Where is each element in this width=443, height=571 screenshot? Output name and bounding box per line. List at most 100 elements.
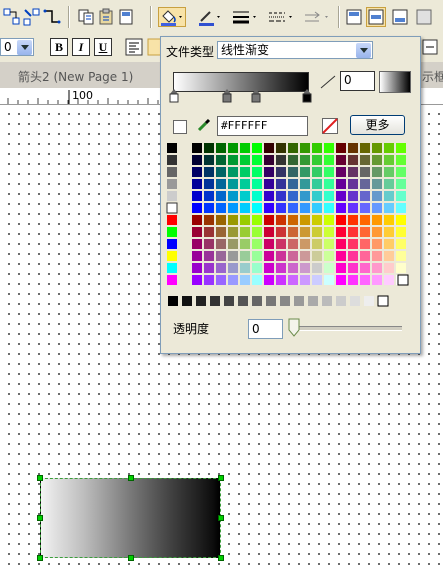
color-swatch[interactable]	[348, 227, 358, 237]
color-swatch[interactable]	[300, 227, 310, 237]
color-swatch[interactable]	[288, 227, 298, 237]
color-swatch[interactable]	[204, 239, 214, 249]
color-swatch[interactable]	[372, 167, 382, 177]
color-swatch[interactable]	[216, 227, 226, 237]
color-swatch[interactable]	[192, 251, 202, 261]
color-swatch[interactable]	[204, 251, 214, 261]
color-swatch[interactable]	[264, 239, 274, 249]
color-swatch[interactable]	[288, 275, 298, 285]
color-swatch[interactable]	[240, 239, 250, 249]
color-swatch[interactable]	[204, 275, 214, 285]
connector-icon[interactable]	[22, 7, 42, 27]
color-swatch[interactable]	[228, 215, 238, 225]
color-swatch[interactable]	[336, 239, 346, 249]
color-swatch[interactable]	[396, 263, 406, 273]
color-swatch[interactable]	[276, 275, 286, 285]
color-swatch[interactable]	[396, 167, 406, 177]
color-swatch[interactable]	[264, 155, 274, 165]
color-swatch[interactable]	[396, 227, 406, 237]
color-swatch[interactable]	[204, 203, 214, 213]
color-swatch[interactable]	[288, 191, 298, 201]
color-swatch[interactable]	[204, 263, 214, 273]
color-swatch[interactable]	[300, 263, 310, 273]
align-top-icon[interactable]	[344, 7, 364, 27]
color-swatch[interactable]	[264, 191, 274, 201]
color-swatch[interactable]	[204, 167, 214, 177]
color-swatch[interactable]	[384, 167, 394, 177]
grayscale-swatch[interactable]	[350, 296, 360, 306]
color-swatch[interactable]	[252, 275, 262, 285]
eyedropper-icon[interactable]	[196, 117, 212, 133]
color-swatch[interactable]	[167, 275, 177, 285]
color-swatch[interactable]	[384, 215, 394, 225]
resize-handle-bottom-left[interactable]	[37, 555, 43, 561]
color-swatch[interactable]	[264, 263, 274, 273]
color-swatch[interactable]	[300, 215, 310, 225]
color-swatch[interactable]	[372, 203, 382, 213]
color-swatch[interactable]	[228, 263, 238, 273]
color-swatch[interactable]	[276, 203, 286, 213]
color-swatch[interactable]	[167, 251, 177, 261]
color-swatch[interactable]	[336, 203, 346, 213]
color-swatch[interactable]	[300, 155, 310, 165]
color-swatch[interactable]	[384, 239, 394, 249]
grayscale-swatch[interactable]	[364, 296, 374, 306]
color-swatch[interactable]	[264, 215, 274, 225]
color-swatch[interactable]	[348, 155, 358, 165]
color-swatch[interactable]	[240, 251, 250, 261]
color-swatch[interactable]	[216, 143, 226, 153]
color-swatch[interactable]	[228, 251, 238, 261]
color-swatch[interactable]	[167, 167, 177, 177]
font-size-select[interactable]: 0	[0, 38, 34, 56]
color-swatch[interactable]	[252, 203, 262, 213]
color-swatch[interactable]	[324, 275, 334, 285]
angle-input[interactable]: 0	[340, 71, 375, 91]
underline-button[interactable]: U	[94, 38, 112, 56]
color-swatch[interactable]	[252, 263, 262, 273]
color-swatch[interactable]	[336, 275, 346, 285]
color-swatch[interactable]	[252, 215, 262, 225]
color-swatch[interactable]	[252, 239, 262, 249]
italic-button[interactable]: I	[72, 38, 90, 56]
color-swatch[interactable]	[204, 143, 214, 153]
color-swatch[interactable]	[228, 179, 238, 189]
color-swatch[interactable]	[240, 179, 250, 189]
color-swatch[interactable]	[216, 263, 226, 273]
color-swatch[interactable]	[276, 155, 286, 165]
color-swatch[interactable]	[360, 215, 370, 225]
fill-type-select[interactable]: 线性渐变	[217, 41, 373, 59]
color-swatch[interactable]	[204, 227, 214, 237]
color-swatch[interactable]	[264, 167, 274, 177]
color-swatch[interactable]	[288, 155, 298, 165]
color-swatch[interactable]	[372, 143, 382, 153]
grayscale-swatch[interactable]	[308, 296, 318, 306]
color-swatch[interactable]	[348, 143, 358, 153]
color-swatch[interactable]	[228, 191, 238, 201]
color-swatch[interactable]	[312, 191, 322, 201]
color-swatch[interactable]	[384, 251, 394, 261]
color-swatch[interactable]	[240, 203, 250, 213]
color-swatch[interactable]	[240, 191, 250, 201]
resize-handle-top-left[interactable]	[37, 475, 43, 481]
color-swatch[interactable]	[336, 191, 346, 201]
color-swatch[interactable]	[348, 179, 358, 189]
color-swatch[interactable]	[240, 263, 250, 273]
color-swatch[interactable]	[192, 215, 202, 225]
color-swatch[interactable]	[396, 215, 406, 225]
color-swatch[interactable]	[312, 179, 322, 189]
color-swatch[interactable]	[167, 227, 177, 237]
resize-handle-top[interactable]	[128, 475, 134, 481]
resize-handle-bottom-right[interactable]	[218, 555, 224, 561]
color-swatch[interactable]	[396, 179, 406, 189]
color-swatch[interactable]	[324, 143, 334, 153]
color-swatch[interactable]	[372, 275, 382, 285]
color-swatch[interactable]	[384, 179, 394, 189]
color-swatch[interactable]	[192, 179, 202, 189]
color-swatch[interactable]	[252, 179, 262, 189]
color-swatch[interactable]	[228, 203, 238, 213]
color-swatch[interactable]	[360, 203, 370, 213]
format-paste-icon[interactable]	[96, 7, 116, 27]
color-swatch[interactable]	[372, 251, 382, 261]
color-swatch[interactable]	[312, 275, 322, 285]
grayscale-swatch[interactable]	[182, 296, 192, 306]
